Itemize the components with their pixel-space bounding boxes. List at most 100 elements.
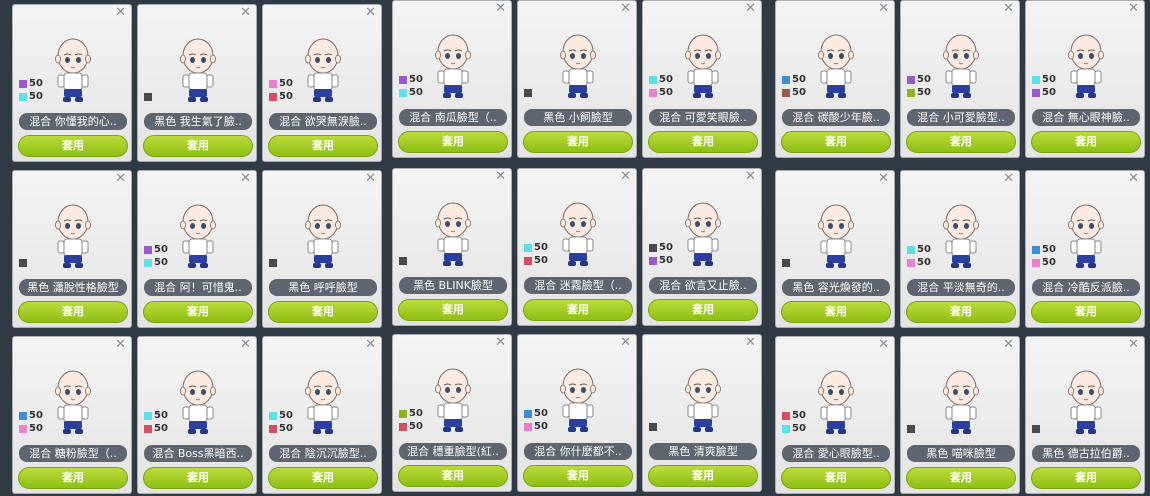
character-avatar <box>671 365 735 437</box>
apply-button[interactable]: 套用 <box>143 301 253 323</box>
character-avatar <box>671 31 735 103</box>
face-name: 混合 穩重臉型(紅.. <box>399 443 507 460</box>
close-icon[interactable]: ✕ <box>365 338 376 352</box>
apply-button[interactable]: 套用 <box>268 467 378 489</box>
apply-button[interactable]: 套用 <box>398 465 508 487</box>
color-swatches <box>524 87 532 100</box>
apply-button[interactable]: 套用 <box>781 301 891 323</box>
color-swatch <box>524 257 532 265</box>
face-card: ✕ 50 50 混合 穩重臉型(紅.. 套用 <box>392 334 512 492</box>
color-swatch <box>782 425 790 433</box>
close-icon[interactable]: ✕ <box>365 6 376 20</box>
color-swatches <box>782 257 790 270</box>
apply-button[interactable]: 套用 <box>1031 467 1141 489</box>
apply-button[interactable]: 套用 <box>1031 301 1141 323</box>
apply-button[interactable]: 套用 <box>906 301 1016 323</box>
color-swatch <box>1032 89 1040 97</box>
close-icon[interactable]: ✕ <box>745 336 756 350</box>
face-card: ✕ 黑色 呼呼臉型套用 <box>262 170 382 328</box>
color-swatches: 50 50 <box>649 74 673 100</box>
close-icon[interactable]: ✕ <box>1003 2 1014 16</box>
apply-button[interactable]: 套用 <box>18 135 128 157</box>
apply-button[interactable]: 套用 <box>523 131 633 153</box>
swatch-row: 50 <box>649 255 673 267</box>
apply-button[interactable]: 套用 <box>781 131 891 153</box>
close-icon[interactable]: ✕ <box>115 6 126 20</box>
mix-ratio: 50 <box>792 87 806 98</box>
character-avatar <box>41 201 105 273</box>
close-icon[interactable]: ✕ <box>495 2 506 16</box>
apply-button[interactable]: 套用 <box>143 467 253 489</box>
apply-button[interactable]: 套用 <box>18 301 128 323</box>
mix-ratio: 50 <box>29 423 43 434</box>
color-swatch <box>649 257 657 265</box>
face-card: ✕ 黑色 BLINK臉型 套用 <box>392 168 512 326</box>
close-icon[interactable]: ✕ <box>365 172 376 186</box>
close-icon[interactable]: ✕ <box>878 172 889 186</box>
close-icon[interactable]: ✕ <box>240 338 251 352</box>
apply-button[interactable]: 套用 <box>906 467 1016 489</box>
apply-button[interactable]: 套用 <box>906 131 1016 153</box>
swatch-row <box>782 257 790 269</box>
face-name: 混合 欲言又止臉.. <box>649 277 757 294</box>
color-swatches: 50 50 <box>782 410 806 436</box>
close-icon[interactable]: ✕ <box>115 172 126 186</box>
color-swatch <box>524 89 532 97</box>
face-name: 混合 迷霧臉型（.. <box>524 277 632 294</box>
color-swatches: 50 50 <box>399 408 423 434</box>
apply-button[interactable]: 套用 <box>648 465 758 487</box>
apply-button[interactable]: 套用 <box>781 467 891 489</box>
swatch-row <box>399 255 407 267</box>
swatch-row: 50 <box>649 87 673 99</box>
face-grid: ✕ 50 50 混合 你懂我的心.. 套用 ✕ 黑色 我生氣了臉.. 套用 ✕ 50 50 混合 欲哭… <box>0 0 1150 496</box>
apply-button[interactable]: 套用 <box>1031 131 1141 153</box>
swatch-row: 50 <box>524 408 548 420</box>
apply-button[interactable]: 套用 <box>268 135 378 157</box>
swatch-row: 50 <box>907 87 931 99</box>
color-swatches: 50 50 <box>144 244 168 270</box>
apply-button[interactable]: 套用 <box>18 467 128 489</box>
mix-ratio: 50 <box>1042 74 1056 85</box>
close-icon[interactable]: ✕ <box>878 2 889 16</box>
face-card: ✕ 50 50 混合 愛心眼臉型.. 套用 <box>775 336 895 494</box>
close-icon[interactable]: ✕ <box>240 172 251 186</box>
close-icon[interactable]: ✕ <box>1003 172 1014 186</box>
close-icon[interactable]: ✕ <box>620 170 631 184</box>
close-icon[interactable]: ✕ <box>620 336 631 350</box>
close-icon[interactable]: ✕ <box>1128 338 1139 352</box>
close-icon[interactable]: ✕ <box>1003 338 1014 352</box>
character-avatar <box>41 367 105 439</box>
apply-button[interactable]: 套用 <box>648 299 758 321</box>
apply-button[interactable]: 套用 <box>398 299 508 321</box>
color-swatch <box>1032 246 1040 254</box>
mix-ratio: 50 <box>792 410 806 421</box>
close-icon[interactable]: ✕ <box>240 6 251 20</box>
apply-button[interactable]: 套用 <box>143 135 253 157</box>
apply-button[interactable]: 套用 <box>648 131 758 153</box>
color-swatch <box>19 80 27 88</box>
face-card: ✕ 50 50 混合 冷酷反派臉.. 套用 <box>1025 170 1145 328</box>
close-icon[interactable]: ✕ <box>115 338 126 352</box>
close-icon[interactable]: ✕ <box>495 336 506 350</box>
mix-ratio: 50 <box>409 87 423 98</box>
character-avatar <box>166 201 230 273</box>
apply-button[interactable]: 套用 <box>268 301 378 323</box>
apply-button[interactable]: 套用 <box>523 299 633 321</box>
color-swatches <box>907 423 915 436</box>
face-name: 黑色 呼呼臉型 <box>269 279 377 296</box>
close-icon[interactable]: ✕ <box>745 170 756 184</box>
close-icon[interactable]: ✕ <box>1128 2 1139 16</box>
close-icon[interactable]: ✕ <box>745 2 756 16</box>
apply-button[interactable]: 套用 <box>398 131 508 153</box>
color-swatches <box>649 421 657 434</box>
close-icon[interactable]: ✕ <box>620 2 631 16</box>
face-name: 黑色 小飼臉型 <box>524 109 632 126</box>
character-avatar <box>291 367 355 439</box>
close-icon[interactable]: ✕ <box>495 170 506 184</box>
apply-button[interactable]: 套用 <box>523 465 633 487</box>
close-icon[interactable]: ✕ <box>1128 172 1139 186</box>
color-swatches: 50 50 <box>19 78 43 104</box>
swatch-row: 50 <box>269 91 293 103</box>
close-icon[interactable]: ✕ <box>878 338 889 352</box>
swatch-row: 50 <box>399 74 423 86</box>
